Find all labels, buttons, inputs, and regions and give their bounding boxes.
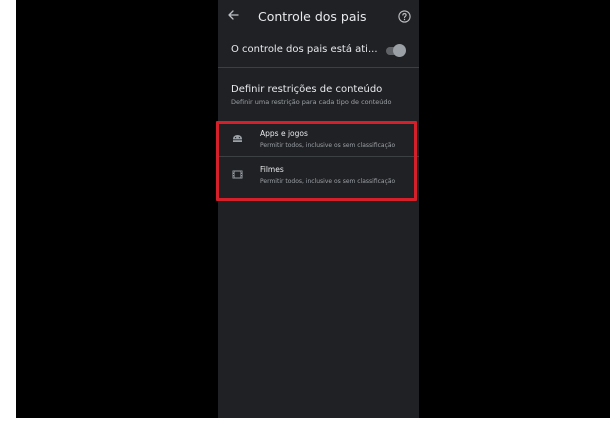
arrow-left-icon[interactable] — [226, 8, 240, 22]
parental-control-toggle-row[interactable]: O controle dos pais está ati... — [218, 34, 419, 68]
section-title: Definir restrições de conteúdo — [231, 84, 383, 95]
help-circle-icon[interactable] — [398, 10, 411, 23]
page-title: Controle dos pais — [258, 9, 367, 24]
section-subtitle: Definir uma restrição para cada tipo de … — [231, 98, 392, 106]
phone-screen: Controle dos pais O controle dos pais es… — [218, 0, 419, 418]
toggle-switch-knob[interactable] — [393, 44, 406, 57]
highlight-annotation-box — [216, 121, 417, 201]
toggle-label: O controle dos pais está ati... — [231, 44, 378, 55]
screenshot-frame: Controle dos pais O controle dos pais es… — [0, 0, 610, 431]
top-app-bar: Controle dos pais — [218, 0, 419, 34]
